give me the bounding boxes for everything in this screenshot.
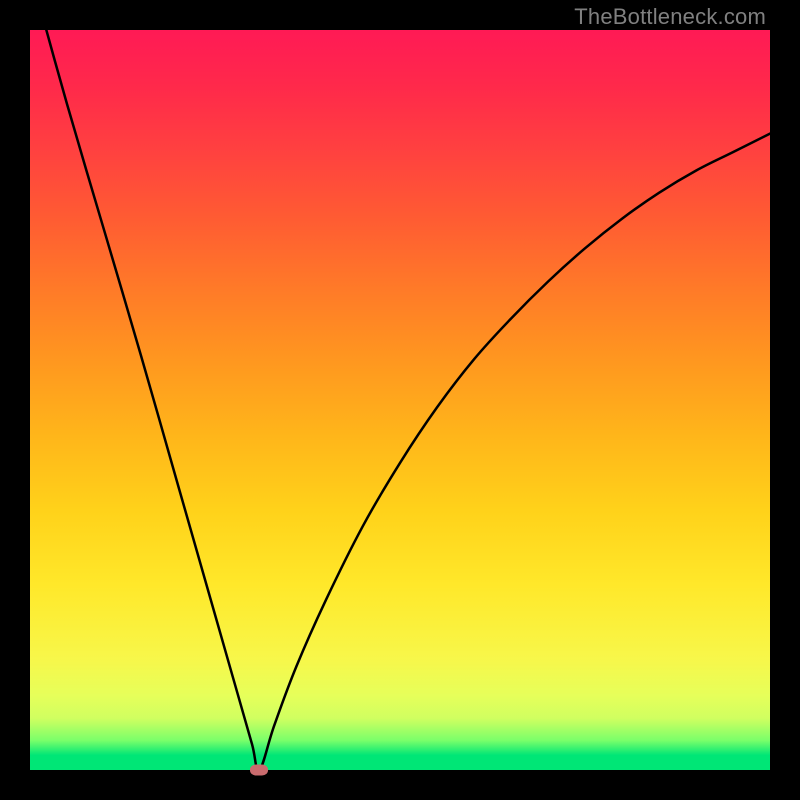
bottleneck-curve — [30, 30, 770, 770]
optimal-point-marker — [250, 765, 268, 776]
watermark-text: TheBottleneck.com — [574, 4, 766, 30]
chart-frame: TheBottleneck.com — [0, 0, 800, 800]
